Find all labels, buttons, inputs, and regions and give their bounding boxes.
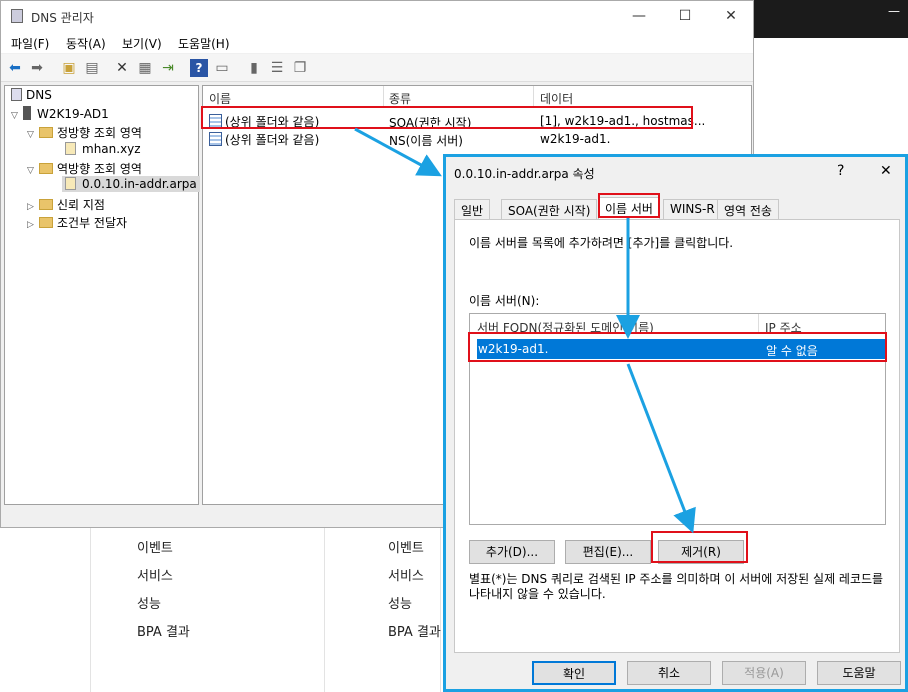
folder-icon xyxy=(39,199,53,210)
minimize-button[interactable]: — xyxy=(624,5,654,27)
maximize-button[interactable]: ☐ xyxy=(670,5,700,27)
tree-forward-zone[interactable]: ▽ 정방향 조회 영역 xyxy=(27,124,142,141)
tree-reverse-child-label: 0.0.10.in-addr.arpa xyxy=(82,177,197,191)
back-arrow-icon[interactable]: ⬅ xyxy=(6,59,24,77)
dns-app-icon xyxy=(11,9,23,23)
tree-reverse-label: 역방향 조회 영역 xyxy=(57,162,142,176)
tree-forward-child-label: mhan.xyz xyxy=(82,142,141,156)
tab-soa[interactable]: SOA(권한 시작) xyxy=(501,199,598,219)
add-button[interactable]: 추가(D)... xyxy=(469,540,555,564)
tab-general[interactable]: 일반 xyxy=(454,199,491,219)
panel-divider xyxy=(90,528,91,692)
highlight-remove-button xyxy=(651,531,748,563)
column-header-data[interactable]: 데이터 xyxy=(540,90,573,107)
panel-right-events[interactable]: 이벤트 xyxy=(388,537,424,556)
menu-bar: 파일(F) 동작(A) 보기(V) 도움말(H) xyxy=(1,31,753,53)
expanded-chevron-icon[interactable]: ▽ xyxy=(27,130,39,140)
panel-left-events[interactable]: 이벤트 xyxy=(137,537,173,556)
title-bar: DNS 관리자 — ☐ ✕ xyxy=(1,1,753,31)
highlight-name-server-tab xyxy=(598,193,660,218)
folder-icon xyxy=(39,163,53,174)
panel-right-bpa[interactable]: BPA 결과 xyxy=(388,621,441,640)
panel-left-performance[interactable]: 성능 xyxy=(137,593,161,612)
zone-properties-dialog: 0.0.10.in-addr.arpa 속성 ? ✕ 일반 SOA(권한 시작)… xyxy=(443,154,908,692)
edit-button[interactable]: 편집(E)... xyxy=(565,540,651,564)
folder-icon xyxy=(39,127,53,138)
highlight-soa-row xyxy=(201,106,693,129)
toolbar: ⬅ ➡ ▣ ▤ ✕ ▦ ⇥ ? ▭ ▮ ☰ ❐ xyxy=(1,54,753,82)
background-app-titlebar xyxy=(754,0,908,38)
up-folder-icon[interactable]: ▣ xyxy=(60,59,78,77)
tree-reverse-zone[interactable]: ▽ 역방향 조회 영역 xyxy=(27,160,142,177)
menu-help[interactable]: 도움말(H) xyxy=(178,35,230,52)
help-icon[interactable]: ? xyxy=(190,59,208,77)
zone-icon xyxy=(65,142,76,155)
panel-right-services[interactable]: 서비스 xyxy=(388,565,424,584)
tab-zone-transfer[interactable]: 영역 전송 xyxy=(717,199,779,219)
panel-left-bpa[interactable]: BPA 결과 xyxy=(137,621,190,640)
console-icon[interactable]: ▭ xyxy=(213,59,231,77)
dns-icon xyxy=(11,88,22,101)
menu-view[interactable]: 보기(V) xyxy=(122,35,162,52)
properties-icon[interactable]: ▦ xyxy=(136,59,154,77)
tree-root-label: DNS xyxy=(26,88,52,102)
tree-dns-root[interactable]: DNS xyxy=(11,88,52,102)
row-type: NS(이름 서버) xyxy=(389,134,463,148)
dialog-close-button[interactable]: ✕ xyxy=(880,163,892,179)
collapsed-chevron-icon[interactable]: ▷ xyxy=(27,202,39,212)
tree-forward-zone-mhan[interactable]: mhan.xyz xyxy=(65,142,141,156)
expanded-chevron-icon[interactable]: ▽ xyxy=(11,111,23,121)
forward-arrow-icon[interactable]: ➡ xyxy=(28,59,46,77)
row-name: (상위 폴더와 같음) xyxy=(225,133,320,147)
delete-icon[interactable]: ✕ xyxy=(113,59,131,77)
copy-icon[interactable]: ❐ xyxy=(291,59,309,77)
column-divider[interactable] xyxy=(383,86,384,106)
list-icon[interactable]: ☰ xyxy=(268,59,286,77)
highlight-name-server-row xyxy=(468,332,887,362)
tree-forward-label: 정방향 조회 영역 xyxy=(57,126,142,140)
window-title: DNS 관리자 xyxy=(31,11,94,25)
note-text: 별표(*)는 DNS 쿼리로 검색된 IP 주소를 의미하며 이 서버에 저장된… xyxy=(469,572,884,601)
panel-right-performance[interactable]: 성능 xyxy=(388,593,412,612)
dialog-help-button[interactable]: ? xyxy=(837,163,844,179)
menu-file[interactable]: 파일(F) xyxy=(11,35,49,52)
tree-trust-points[interactable]: ▷ 신뢰 지점 xyxy=(27,196,105,213)
close-button[interactable]: ✕ xyxy=(716,5,746,27)
column-divider[interactable] xyxy=(533,86,534,106)
column-header-name[interactable]: 이름 xyxy=(209,90,231,107)
instruction-text: 이름 서버를 목록에 추가하려면 [추가]를 클릭합니다. xyxy=(469,236,734,250)
column-header-type[interactable]: 종류 xyxy=(389,90,411,107)
server-icon[interactable]: ▮ xyxy=(245,59,263,77)
apply-button[interactable]: 적용(A) xyxy=(722,661,806,685)
panel-divider xyxy=(324,528,325,692)
dialog-title: 0.0.10.in-addr.arpa 속성 xyxy=(454,167,595,181)
background-close-icon: — xyxy=(888,4,900,18)
tree-server[interactable]: ▽ W2K19-AD1 xyxy=(11,106,109,121)
console-tree: DNS ▽ W2K19-AD1 ▽ 정방향 조회 영역 mhan.xyz ▽ 역방향 … xyxy=(4,85,200,505)
column-divider[interactable] xyxy=(758,314,759,334)
name-server-list-label: 이름 서버(N): xyxy=(469,294,540,308)
tab-wins-r[interactable]: WINS-R xyxy=(663,199,722,219)
tree-conditional-forwarders[interactable]: ▷ 조건부 전달자 xyxy=(27,214,127,231)
folder-icon xyxy=(39,217,53,228)
tree-reverse-zone-selected[interactable]: 0.0.10.in-addr.arpa xyxy=(62,176,200,192)
table-row-ns[interactable]: (상위 폴더와 같음) NS(이름 서버) w2k19-ad1. xyxy=(207,130,693,148)
cancel-button[interactable]: 취소 xyxy=(627,661,711,685)
expanded-chevron-icon[interactable]: ▽ xyxy=(27,166,39,176)
record-icon xyxy=(209,132,222,146)
ok-button[interactable]: 확인 xyxy=(532,661,616,685)
help-button[interactable]: 도움말 xyxy=(817,661,901,685)
export-icon[interactable]: ⇥ xyxy=(159,59,177,77)
tree-trust-label: 신뢰 지점 xyxy=(57,198,105,212)
zone-icon xyxy=(65,177,76,190)
server-icon xyxy=(23,106,31,120)
tree-forwarders-label: 조건부 전달자 xyxy=(57,216,128,230)
panel-left-services[interactable]: 서비스 xyxy=(137,565,173,584)
menu-action[interactable]: 동작(A) xyxy=(66,35,106,52)
collapsed-chevron-icon[interactable]: ▷ xyxy=(27,220,39,230)
tree-server-label: W2K19-AD1 xyxy=(37,107,109,121)
show-hide-tree-icon[interactable]: ▤ xyxy=(83,59,101,77)
panel-divider xyxy=(440,528,441,692)
row-data: w2k19-ad1. xyxy=(540,132,611,146)
